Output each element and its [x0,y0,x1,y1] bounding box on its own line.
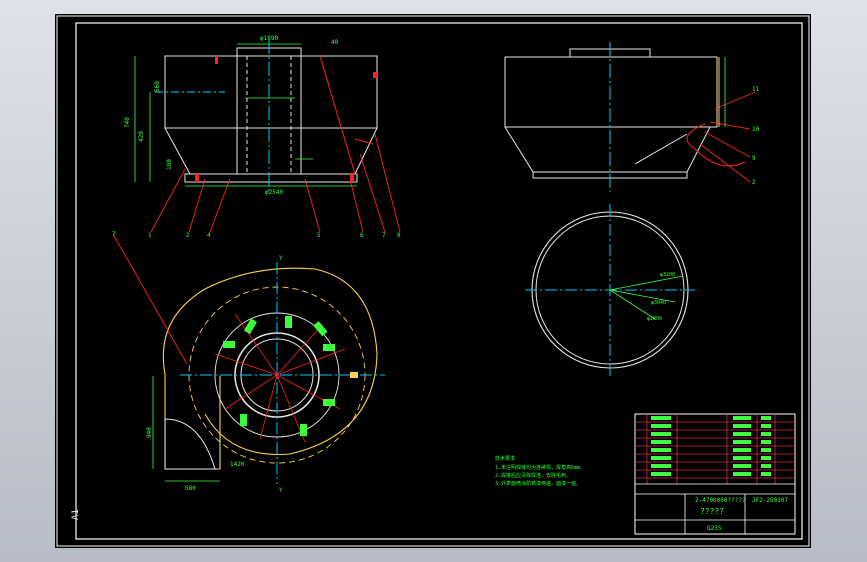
front-upper-shell [164,55,378,129]
front-label-5: 5 [317,232,321,239]
front-top-dim: φ1890 [260,35,278,42]
front-label-1: 1 [148,232,152,239]
ring-dim-leaders [609,275,684,320]
front-leaders [150,133,401,233]
front-cone [164,127,378,175]
ring-dims: φ3200 φ3040 φ2800 [647,272,675,322]
side-cone [504,126,711,173]
front-base-dim: φ2540 [265,189,283,196]
front-leader-6 [319,55,356,175]
front-label-6: 6 [360,232,364,239]
ring-dim-0: φ3200 [660,272,675,278]
side-inner-line [634,133,688,165]
title-project: 2-4700000????? [695,497,746,504]
plan-view [162,267,378,470]
side-leaders [699,91,756,183]
front-dim-left-1: 560 [154,81,161,92]
plan-dim-bottom: 580 [185,485,196,492]
side-label-9: 9 [752,155,756,162]
drawing-canvas: φ1890 40 740 φ2540 420 560 180 1 2 4 5 6… [56,15,810,547]
side-part-labels: 11 10 9 2 [752,86,760,186]
notes-line-3: 3.外表面喷涂防锈漆两遍，面漆一遍。 [495,480,581,487]
plan-leader-7 [112,233,188,365]
outer-border [56,15,810,547]
side-curve-leader [686,123,746,167]
front-part-labels: 1 2 4 5 6 7 8 [148,232,401,239]
front-base-flange [184,173,358,183]
plan-outlet-corner [164,418,216,470]
plan-marker [350,372,358,378]
notes-line-1: 1.未注明焊缝均为连续焊，焊角高6mm。 [495,464,585,471]
drawing-sheet: φ1890 40 740 φ2540 420 560 180 1 2 4 5 6… [55,14,811,548]
ring-dim-2: φ2800 [647,316,662,322]
side-label-2: 2 [752,179,756,186]
front-right-dim: 40 [331,39,339,46]
side-label-11: 11 [752,86,760,93]
title-material: Q235 [707,525,722,532]
front-label-2: 2 [186,232,190,239]
plan-dim-left: 940 [146,427,153,438]
front-dim-left-0: 420 [138,131,145,142]
notes-line-2: 2.焊接后应清除焊渣，去除毛刺。 [495,472,571,479]
plan-dim-mid: 1420 [230,461,245,468]
side-label-10: 10 [752,126,760,133]
plan-leader-label: 7 [112,231,116,238]
title-name: ????? [700,507,724,516]
side-view [504,48,718,179]
front-label-7: 7 [382,232,386,239]
front-markers [195,56,378,182]
front-height-dim: 740 [124,117,131,128]
plan-axis-bottom: Y [279,487,283,494]
ring-dim-1: φ3040 [651,300,666,306]
plan-spiral-casing [162,267,378,470]
notes-title: 技术要求 [495,455,515,462]
front-view [164,47,378,183]
front-label-8: 8 [397,232,401,239]
title-block: 2-4700000????? JF2-250107 ????? Q235 [634,413,796,535]
tech-notes: 技术要求 1.未注明焊缝均为连续焊，焊角高6mm。 2.焊接后应清除焊渣，去除毛… [495,455,585,487]
side-upper-shell [504,56,718,128]
plan-axis-top: Y [279,255,283,262]
sheet-size-label: A1 [71,509,81,520]
title-drawing-no: JF2-250107 [752,497,789,504]
front-dim-left-2: 180 [166,159,173,170]
front-label-4: 4 [207,232,211,239]
